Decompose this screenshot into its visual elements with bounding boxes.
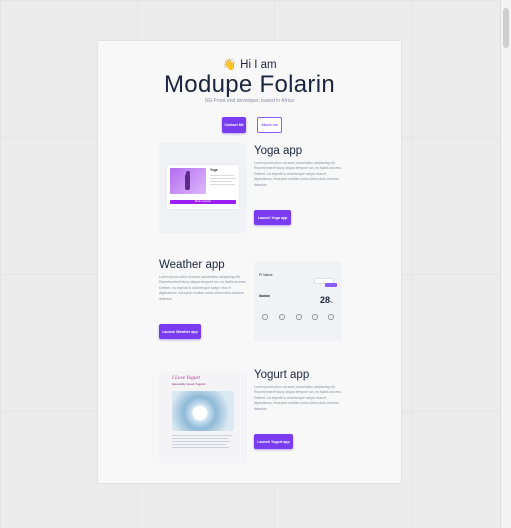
scrollbar-thumb[interactable]: [503, 8, 509, 48]
weather-thumb-temp: 28°c: [320, 295, 333, 305]
launch-yogurt-button[interactable]: Launch Yogurt app: [254, 434, 293, 449]
yogurt-image: [172, 391, 234, 431]
project-description: Lorem ipsum dolor sit amet consectetur a…: [254, 161, 342, 187]
weather-thumb-city: Ibadan: [259, 294, 270, 298]
project-title: Yogurt app: [254, 369, 310, 381]
text-line: [172, 441, 230, 442]
weather-stat-icon: [312, 314, 318, 320]
vertical-scrollbar[interactable]: [500, 0, 511, 528]
yoga-thumb-bar: Book a session: [170, 200, 236, 204]
yogurt-thumbnail: I Love Yogurt Especially Greek Yogurts: [159, 371, 247, 463]
weather-stat-icon: [328, 314, 334, 320]
text-line: [172, 444, 226, 445]
project-title: Weather app: [159, 259, 225, 271]
project-title: Yoga app: [254, 145, 303, 157]
portfolio-page: 👋 Hi I am Modupe Folarin NG Front end dev…: [98, 41, 401, 483]
greeting-text: Hi I am: [240, 59, 277, 71]
text-line: [210, 178, 236, 179]
text-line: [172, 438, 228, 439]
hero-tagline: NG Front end developer, based in Africa: [205, 98, 294, 104]
text-line: [210, 175, 234, 176]
weather-thumbnail: Pr Nature Ibadan 28°c: [254, 261, 342, 341]
weather-stat-icon: [262, 314, 268, 320]
launch-yoga-button[interactable]: Launch Yoga app: [254, 210, 291, 225]
yoga-image: [170, 168, 206, 194]
yogurt-thumb-subheading: Especially Greek Yogurts: [172, 382, 206, 386]
contact-button[interactable]: Contact Me: [222, 117, 246, 133]
text-line: [210, 184, 235, 185]
weather-thumb-button: [325, 283, 337, 287]
yogurt-thumb-heading: I Love Yogurt: [172, 375, 201, 381]
text-line: [172, 447, 229, 448]
weather-stat-icon: [279, 314, 285, 320]
yoga-thumb-heading: Yoga: [210, 168, 218, 172]
weather-stat-icon: [296, 314, 302, 320]
project-description: Lorem ipsum dolor sit amet consectetur a…: [254, 385, 342, 411]
weather-temp-value: 28: [320, 295, 331, 305]
text-line: [210, 181, 232, 182]
weather-temp-unit: °c: [330, 300, 333, 304]
yoga-figure: [185, 174, 190, 190]
project-description: Lorem ipsum dolor sit amet consectetur a…: [159, 275, 247, 301]
about-button[interactable]: About me: [257, 117, 282, 133]
weather-thumb-heading: Pr Nature: [259, 273, 273, 277]
hero-name: Modupe Folarin: [164, 71, 335, 98]
hero-greeting: 👋 Hi I am: [98, 58, 401, 71]
yoga-thumbnail: Yoga Book a session: [159, 143, 247, 233]
wave-icon: 👋: [222, 59, 237, 71]
launch-weather-button[interactable]: Launch Weather app: [159, 324, 201, 339]
yoga-preview: Yoga Book a session: [167, 165, 239, 209]
text-line: [172, 435, 232, 436]
